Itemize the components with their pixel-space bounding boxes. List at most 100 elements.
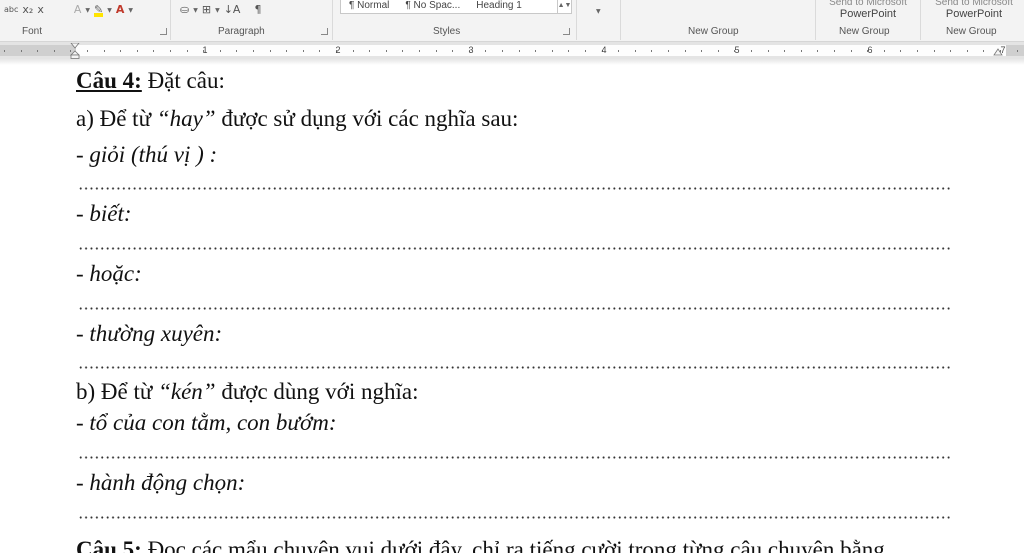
answer-line-3[interactable] [78, 307, 950, 310]
send-to-powerpoint-label: PowerPoint [839, 8, 897, 20]
divider [620, 0, 621, 40]
answer-line-6[interactable] [78, 516, 950, 519]
part-b-prompt: b) Để từ “kén” được dùng với nghĩa: [76, 379, 419, 404]
ruler-tick [53, 50, 55, 52]
divider [920, 0, 921, 40]
ruler-tick [834, 50, 835, 52]
group-label-font: Font [22, 26, 43, 37]
send-to-powerpoint-button-1[interactable]: Send to Microsoft PowerPoint [820, 0, 916, 21]
ruler-tick [917, 50, 918, 52]
pilcrow-icon[interactable]: ¶ [254, 3, 261, 17]
question-4-heading: Câu 4: Đặt câu: [76, 68, 225, 94]
ruler-tick [568, 50, 570, 52]
highlight-color-icon[interactable]: ✎ [93, 3, 104, 17]
ruler-tick [684, 50, 686, 52]
group-label-new-group-2: New Group [839, 26, 890, 37]
meaning-6: - hành động chọn: [76, 470, 246, 495]
ruler-tick [236, 50, 238, 52]
question-5-heading: Câu 5: Đọc các mẩu chuyện vui dưới đây, … [76, 537, 885, 553]
ruler-tick [435, 50, 437, 52]
chevron-down-icon[interactable]: ▼ [215, 7, 220, 14]
ruler-tick [385, 50, 387, 52]
style-no-spacing[interactable]: ¶ No Spac... [397, 0, 468, 11]
chevron-down-icon[interactable]: ▼ [85, 7, 90, 14]
ruler-tick [618, 50, 620, 52]
subscript-icon[interactable]: x₂ [22, 3, 33, 17]
part-a-prompt: a) Để từ “hay” được sử dụng với các nghĩ… [76, 106, 519, 131]
ruler-right-margin [1006, 45, 1024, 56]
ruler-tick [485, 50, 487, 52]
ruler-tick [651, 50, 653, 52]
page-top-shadow [0, 59, 1024, 65]
style-normal[interactable]: ¶ Normal [341, 0, 397, 11]
ruler-tick [103, 50, 105, 52]
question-5-text: Đọc các mẩu chuyện vui dưới đây, chỉ ra … [141, 537, 885, 553]
ruler-tick [302, 50, 304, 52]
question-4-label: Câu 4: [76, 68, 142, 93]
ruler-tick [419, 50, 420, 52]
ruler-tick [37, 50, 39, 52]
ruler-tick [4, 50, 5, 52]
font-controls: abc x₂ x A ▼ ✎ ▼ A ▼ [4, 0, 133, 20]
send-to-powerpoint-button-2[interactable]: Send to Microsoft PowerPoint [926, 0, 1022, 21]
ruler-tick [784, 50, 786, 52]
answer-line-2[interactable] [78, 247, 950, 250]
clear-format-icon[interactable]: x [37, 3, 44, 17]
group-label-paragraph: Paragraph [218, 26, 265, 37]
text-effects-icon[interactable]: A [74, 3, 82, 17]
ruler-tick [170, 50, 171, 52]
indent-marker-icon[interactable] [70, 43, 80, 59]
paragraph-controls: ⛀ ▼ ⊞ ▼ ↓A ¶ [180, 0, 261, 20]
ruler-tick [900, 50, 902, 52]
ruler-tick [452, 50, 454, 52]
ruler-tick [535, 50, 537, 52]
ruler-tick [20, 50, 22, 52]
ruler-tick [502, 50, 503, 52]
horizontal-ruler[interactable]: 1 2 3 4 5 6 7 [0, 42, 1024, 59]
ruler-tick [585, 50, 586, 52]
divider [576, 0, 577, 40]
divider [815, 0, 816, 40]
ruler-tick [751, 50, 752, 52]
strikethrough-icon[interactable]: abc [4, 3, 18, 17]
answer-line-4[interactable] [78, 366, 950, 369]
font-color-icon[interactable]: A [116, 3, 125, 17]
meaning-1: - giỏi (thú vị ) : [76, 142, 218, 167]
ruler-tick [817, 50, 819, 52]
ruler-tick [950, 50, 952, 52]
font-dialog-launcher-icon[interactable] [160, 28, 167, 35]
answer-line-5[interactable] [78, 456, 950, 459]
group-label-new-group-3: New Group [946, 26, 997, 37]
chevron-down-icon[interactable]: ▼ [128, 7, 133, 14]
question-4-title: Đặt câu: [141, 68, 225, 93]
ruler-tick [402, 50, 404, 52]
chevron-down-icon[interactable]: ▼ [107, 7, 112, 14]
borders-icon[interactable]: ⊞ [202, 3, 211, 17]
ruler-tick [87, 50, 88, 52]
ruler-tick [850, 50, 852, 52]
styles-gallery: ¶ Normal ¶ No Spac... Heading 1 ▲▼ [340, 0, 572, 14]
ruler-number: 5 [734, 45, 740, 55]
ruler-tick [153, 50, 155, 52]
ruler-tick [717, 50, 719, 52]
meaning-2: - biết: [76, 201, 132, 226]
style-heading-1[interactable]: Heading 1 [468, 0, 530, 11]
answer-line-1[interactable] [78, 187, 950, 190]
divider [332, 0, 333, 40]
ruler-tick [286, 50, 288, 52]
ruler-tick [319, 50, 321, 52]
ruler-tick [186, 50, 188, 52]
ruler-tick [668, 50, 669, 52]
shading-icon[interactable]: ⛀ [180, 3, 189, 17]
styles-more-icon[interactable]: ▲▼ [557, 0, 571, 14]
ruler-tick [136, 50, 138, 52]
send-to-powerpoint-label: PowerPoint [945, 8, 1003, 20]
sort-icon[interactable]: ↓A [224, 3, 241, 17]
ruler-number: 7 [1000, 45, 1006, 55]
ruler-number: 1 [202, 45, 208, 55]
paragraph-dialog-launcher-icon[interactable] [321, 28, 328, 35]
styles-dialog-launcher-icon[interactable] [563, 28, 570, 35]
styles-dropdown-icon[interactable]: ▼ [596, 8, 601, 15]
chevron-down-icon[interactable]: ▼ [193, 7, 198, 14]
ribbon: abc x₂ x A ▼ ✎ ▼ A ▼ Font ⛀ ▼ ⊞ ▼ ↓A ¶ P… [0, 0, 1024, 42]
